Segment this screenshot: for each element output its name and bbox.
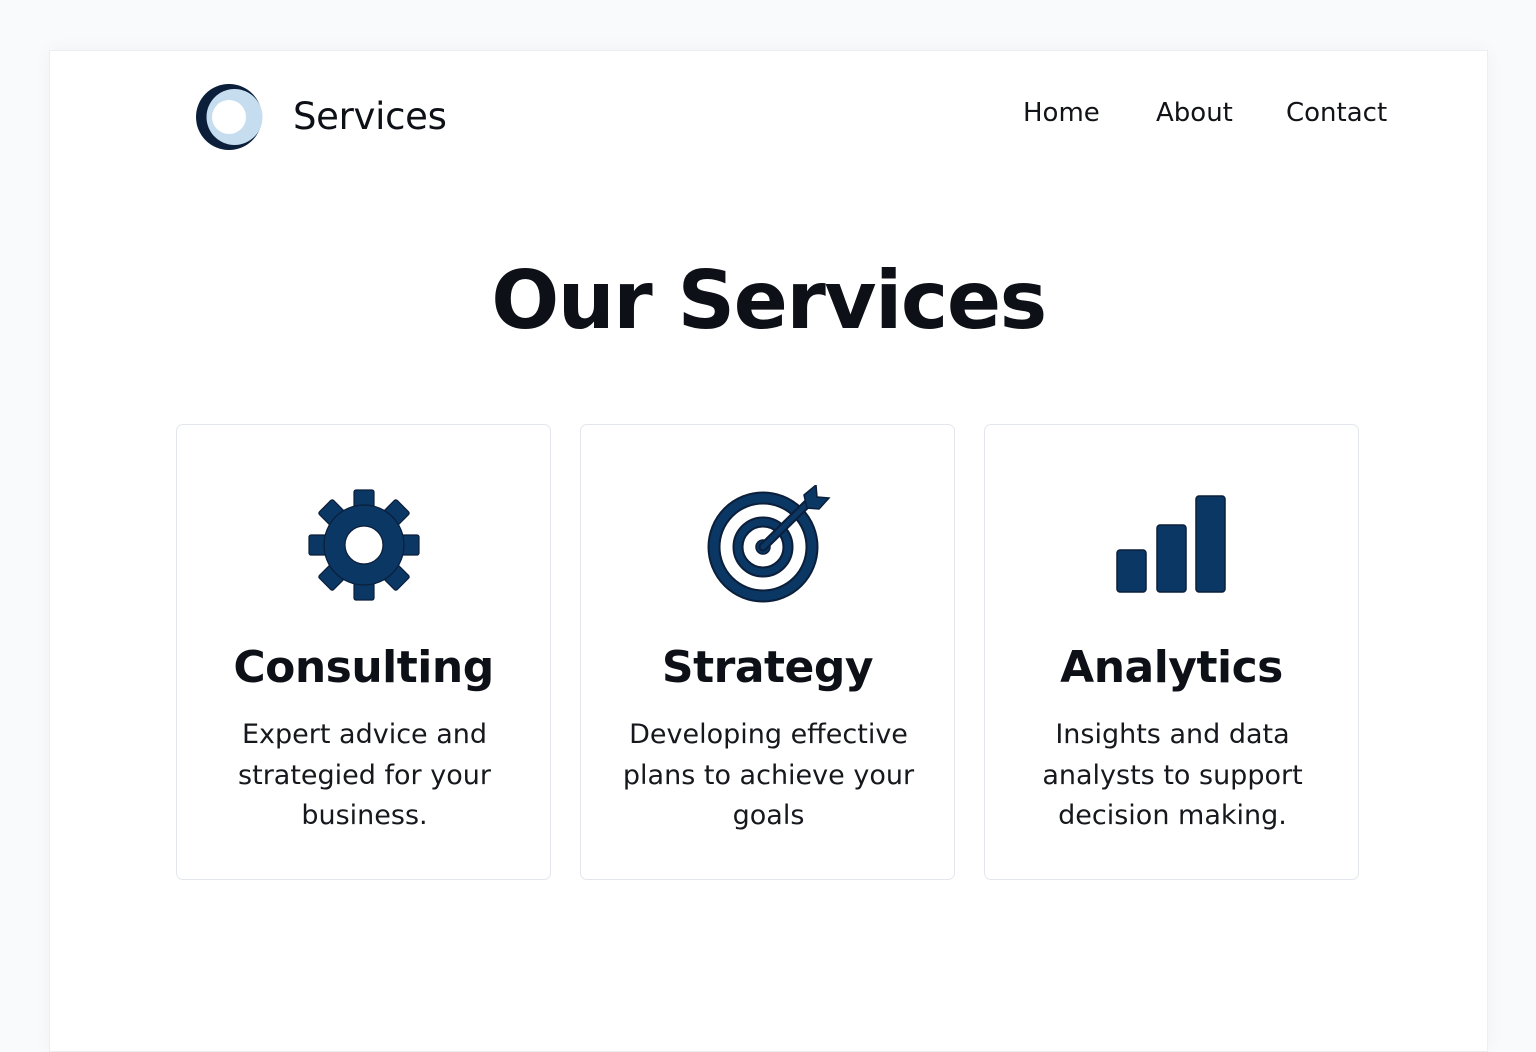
nav-contact[interactable]: Contact	[1286, 95, 1387, 131]
nav-about[interactable]: About	[1156, 95, 1233, 131]
service-card-strategy[interactable]: Strategy Developing effective plans to a…	[580, 424, 955, 880]
page-container: Services Home About Contact Our Services	[49, 50, 1488, 1052]
bar-chart-icon	[1115, 495, 1226, 593]
card-title: Strategy	[661, 642, 874, 693]
service-card-consulting[interactable]: Consulting Expert advice and strategied …	[176, 424, 551, 880]
card-title: Analytics	[1060, 642, 1283, 693]
page-title: Our Services	[491, 254, 1047, 347]
logo-icon[interactable]	[193, 83, 265, 151]
card-title: Consulting	[233, 642, 494, 693]
card-icon-wrapper	[985, 485, 1358, 605]
card-icon-wrapper	[581, 485, 954, 605]
target-icon	[707, 485, 831, 603]
nav-home[interactable]: Home	[1023, 95, 1100, 131]
card-description: Expert advice and strategied for your bu…	[238, 719, 491, 831]
service-card-analytics[interactable]: Analytics Insights and data analysts to …	[984, 424, 1359, 880]
card-icon-wrapper	[177, 485, 550, 605]
card-description: Insights and data analysts to support de…	[1042, 719, 1303, 831]
brand-title: Services	[293, 95, 447, 138]
gear-icon	[307, 489, 420, 601]
card-description: Developing effective plans to achieve yo…	[622, 719, 915, 831]
site-header: Services Home About Contact	[50, 51, 1487, 181]
